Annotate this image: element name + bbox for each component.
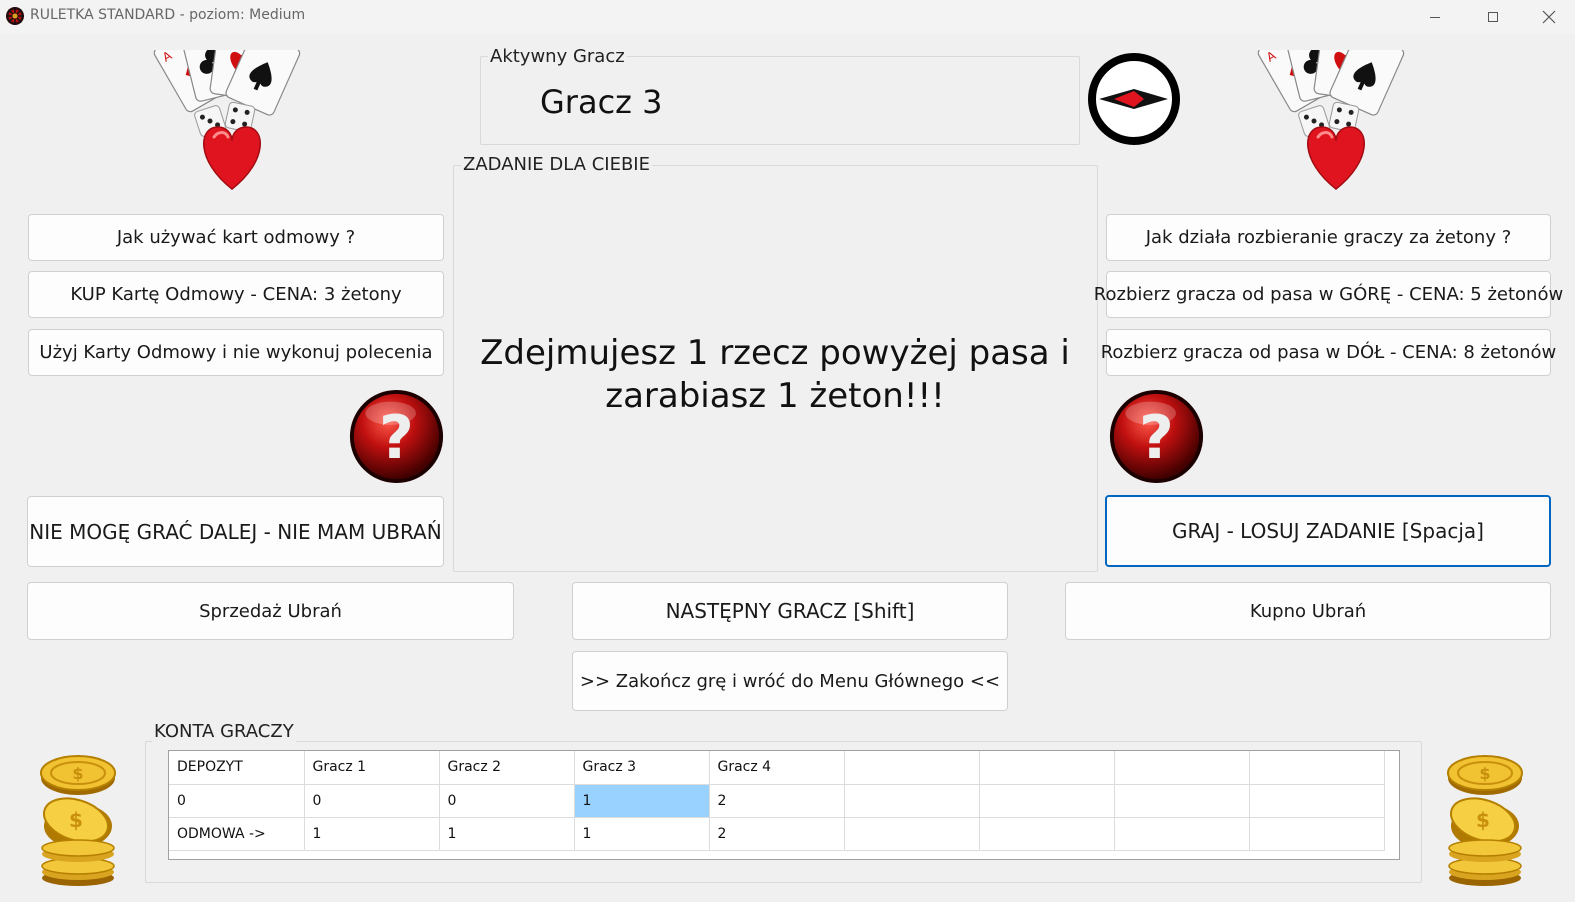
table-cell[interactable]: [979, 817, 1115, 851]
table-cell[interactable]: Gracz 1: [304, 751, 440, 785]
table-cell[interactable]: [979, 751, 1115, 785]
table-row: ODMOWA -> 1 1 1 2: [169, 817, 1385, 851]
close-button[interactable]: [1520, 0, 1575, 34]
table-cell[interactable]: 1: [304, 817, 440, 851]
table-cell[interactable]: 1: [439, 817, 575, 851]
table-cell[interactable]: DEPOZYT: [169, 751, 305, 785]
undress-up-button[interactable]: Rozbierz gracza od pasa w GÓRĘ - CENA: 5…: [1094, 271, 1563, 318]
cannot-play-button[interactable]: NIE MOGĘ GRAĆ DALEJ - NIE MAM UBRAŃ: [27, 496, 444, 567]
table-cell[interactable]: [844, 817, 980, 851]
window-title: RULETKA STANDARD - poziom: Medium: [30, 7, 306, 23]
table-cell[interactable]: [979, 784, 1115, 818]
active-player-name: Gracz 3: [540, 83, 663, 121]
table-cell-selected[interactable]: 1: [574, 784, 710, 818]
end-game-button[interactable]: >> Zakończ grę i wróć do Menu Głównego <…: [572, 651, 1008, 711]
close-icon: [1542, 10, 1556, 24]
table-row: 0 0 0 1 2: [169, 784, 1385, 818]
accounts-label: KONTA GRACZY: [152, 721, 296, 742]
table-cell[interactable]: 1: [574, 817, 710, 851]
task-line-2: zarabiasz 1 żeton!!!: [605, 376, 945, 416]
direction-arrow-icon: [1088, 53, 1180, 145]
buy-clothes-button[interactable]: Kupno Ubrań: [1065, 582, 1551, 640]
sell-clothes-button[interactable]: Sprzedaż Ubrań: [27, 582, 514, 640]
minimize-button[interactable]: [1406, 0, 1464, 34]
minimize-icon: [1430, 17, 1440, 18]
accounts-table[interactable]: DEPOZYT Gracz 1 Gracz 2 Gracz 3 Gracz 4 …: [168, 750, 1400, 860]
table-cell[interactable]: Gracz 3: [574, 751, 710, 785]
task-label: ZADANIE DLA CIEBIE: [461, 154, 652, 175]
cards-dice-heart-icon: [1252, 50, 1422, 192]
undress-down-button[interactable]: Rozbierz gracza od pasa w DÓŁ - CENA: 8 …: [1101, 329, 1556, 376]
table-cell[interactable]: ODMOWA ->: [169, 817, 305, 851]
table-cell[interactable]: [1114, 751, 1250, 785]
roulette-icon: [6, 7, 24, 25]
table-cell[interactable]: Gracz 2: [439, 751, 575, 785]
how-refusal-cards-button[interactable]: Jak używać kart odmowy ?: [28, 214, 444, 261]
task-text: Zdejmujesz 1 rzecz powyżej pasa i zarabi…: [455, 332, 1095, 418]
table-cell[interactable]: [1114, 784, 1250, 818]
maximize-icon: [1488, 12, 1498, 22]
play-draw-task-button[interactable]: GRAJ - LOSUJ ZADANIE [Spacja]: [1105, 495, 1551, 567]
use-refusal-card-button[interactable]: Użyj Karty Odmowy i nie wykonuj poleceni…: [28, 329, 444, 376]
table-cell[interactable]: [1249, 751, 1385, 785]
maximize-button[interactable]: [1464, 0, 1522, 34]
table-cell[interactable]: [1249, 784, 1385, 818]
table-cell[interactable]: 2: [709, 784, 845, 818]
table-cell[interactable]: 0: [304, 784, 440, 818]
active-player-label: Aktywny Gracz: [488, 46, 627, 67]
table-cell[interactable]: 0: [439, 784, 575, 818]
title-bar: RULETKA STANDARD - poziom: Medium: [0, 0, 1575, 34]
question-mark-icon[interactable]: [1108, 388, 1205, 485]
table-cell[interactable]: Gracz 4: [709, 751, 845, 785]
table-cell[interactable]: [1249, 817, 1385, 851]
cards-dice-heart-icon: [148, 50, 318, 192]
gold-coins-icon: [37, 748, 119, 888]
how-undressing-button[interactable]: Jak działa rozbieranie graczy za żetony …: [1106, 214, 1551, 261]
task-line-1: Zdejmujesz 1 rzecz powyżej pasa i: [480, 333, 1070, 373]
table-cell[interactable]: 2: [709, 817, 845, 851]
table-cell[interactable]: [1114, 817, 1250, 851]
gold-coins-icon: [1444, 748, 1526, 888]
next-player-button[interactable]: NASTĘPNY GRACZ [Shift]: [572, 582, 1008, 640]
question-mark-icon[interactable]: [348, 388, 445, 485]
table-cell[interactable]: [844, 784, 980, 818]
table-cell[interactable]: 0: [169, 784, 305, 818]
buy-refusal-card-button[interactable]: KUP Kartę Odmowy - CENA: 3 żetony: [28, 271, 444, 318]
table-row: DEPOZYT Gracz 1 Gracz 2 Gracz 3 Gracz 4: [169, 751, 1385, 785]
table-cell[interactable]: [844, 751, 980, 785]
